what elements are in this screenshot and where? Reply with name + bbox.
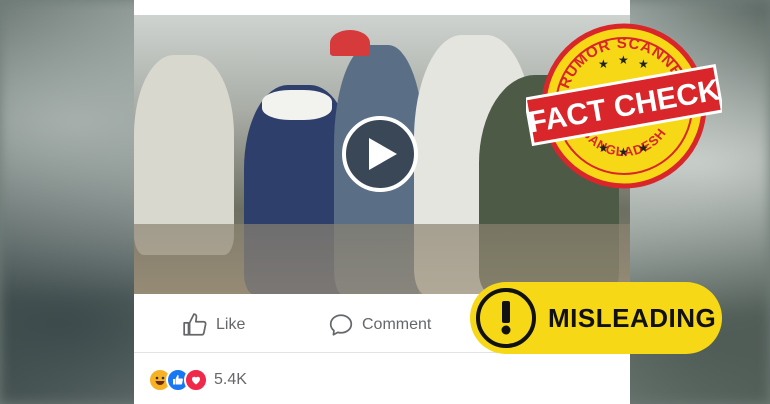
reactions-summary[interactable]: 5.4K	[148, 368, 247, 392]
exclamation-icon	[476, 288, 536, 348]
comment-label: Comment	[362, 316, 432, 333]
reaction-count: 5.4K	[214, 371, 247, 388]
thumbs-up-icon	[183, 313, 207, 336]
svg-text:★: ★	[618, 145, 629, 159]
comment-button[interactable]: Comment	[328, 312, 431, 338]
verdict-badge: MISLEADING	[470, 282, 722, 354]
love-icon	[184, 368, 208, 392]
like-button[interactable]: Like	[182, 312, 245, 338]
svg-text:★: ★	[618, 53, 629, 67]
like-label: Like	[216, 316, 246, 333]
svg-text:★: ★	[638, 141, 649, 155]
play-icon	[369, 138, 397, 170]
fact-check-stamp: RUMOR SCANNER BANGLADESH ★ ★ ★ ★ ★ ★ FAC…	[526, 23, 722, 189]
svg-text:★: ★	[638, 57, 649, 71]
video-turban	[262, 90, 332, 120]
verdict-label: MISLEADING	[548, 302, 717, 333]
play-button[interactable]	[342, 116, 418, 192]
video-red-cap	[330, 30, 370, 56]
svg-text:★: ★	[598, 57, 609, 71]
svg-text:★: ★	[598, 141, 609, 155]
comment-icon	[329, 314, 353, 336]
